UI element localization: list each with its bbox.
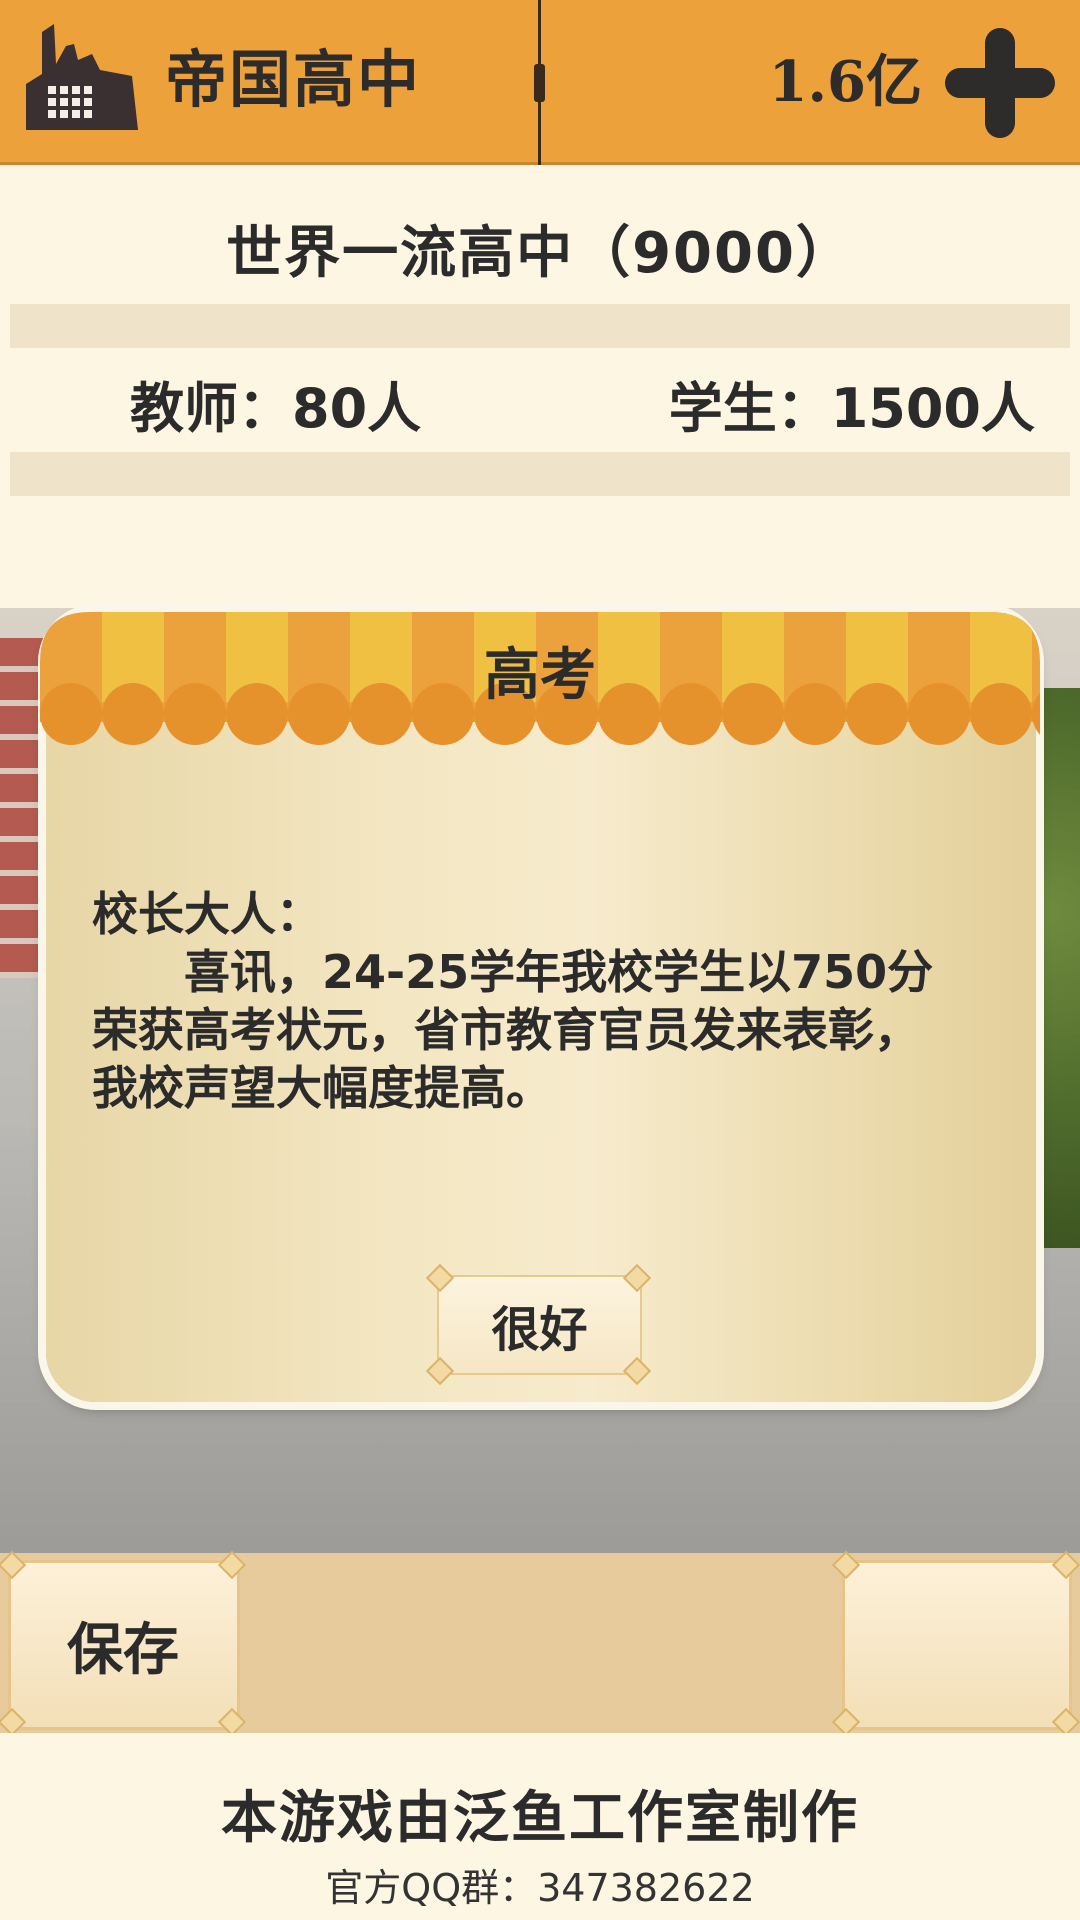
empty-action-button[interactable] [842,1560,1072,1730]
money-amount: 1.6亿 [768,49,922,115]
student-count: 学生：1500人 [668,377,1035,440]
info-stripe [10,452,1070,496]
footer: 本游戏由泛鱼工作室制作 官方QQ群：347382622 [0,1733,1080,1920]
dialog-title: 高考 [484,643,596,708]
top-bar: 帝国高中 1.6亿 [0,0,1080,165]
save-button[interactable]: 保存 [8,1560,240,1730]
dialog-text: 喜讯，24-25学年我校学生以750分荣获高考状元，省市教育官员发来表彰，我校声… [92,945,934,1115]
header-divider-knob [534,64,545,102]
ok-button-label: 很好 [491,1302,588,1358]
dialog-message: 校长大人： 喜讯，24-25学年我校学生以750分荣获高考状元，省市教育官员发来… [92,885,952,1117]
school-name: 帝国高中 [165,43,422,116]
school-level: 世界一流高中（9000） [226,221,854,286]
save-button-label: 保存 [67,1617,179,1683]
info-stripe [10,304,1070,348]
teacher-count: 教师：80人 [130,377,422,440]
factory-icon [26,24,138,130]
studio-credit: 本游戏由泛鱼工作室制作 [221,1786,859,1851]
ok-button[interactable]: 很好 [437,1275,642,1375]
school-info-panel: 世界一流高中（9000） 教师：80人 学生：1500人 [0,168,1080,608]
plus-icon[interactable] [945,28,1055,138]
qq-group: 官方QQ群：347382622 [325,1866,755,1910]
dialog-greeting: 校长大人： [92,887,322,941]
